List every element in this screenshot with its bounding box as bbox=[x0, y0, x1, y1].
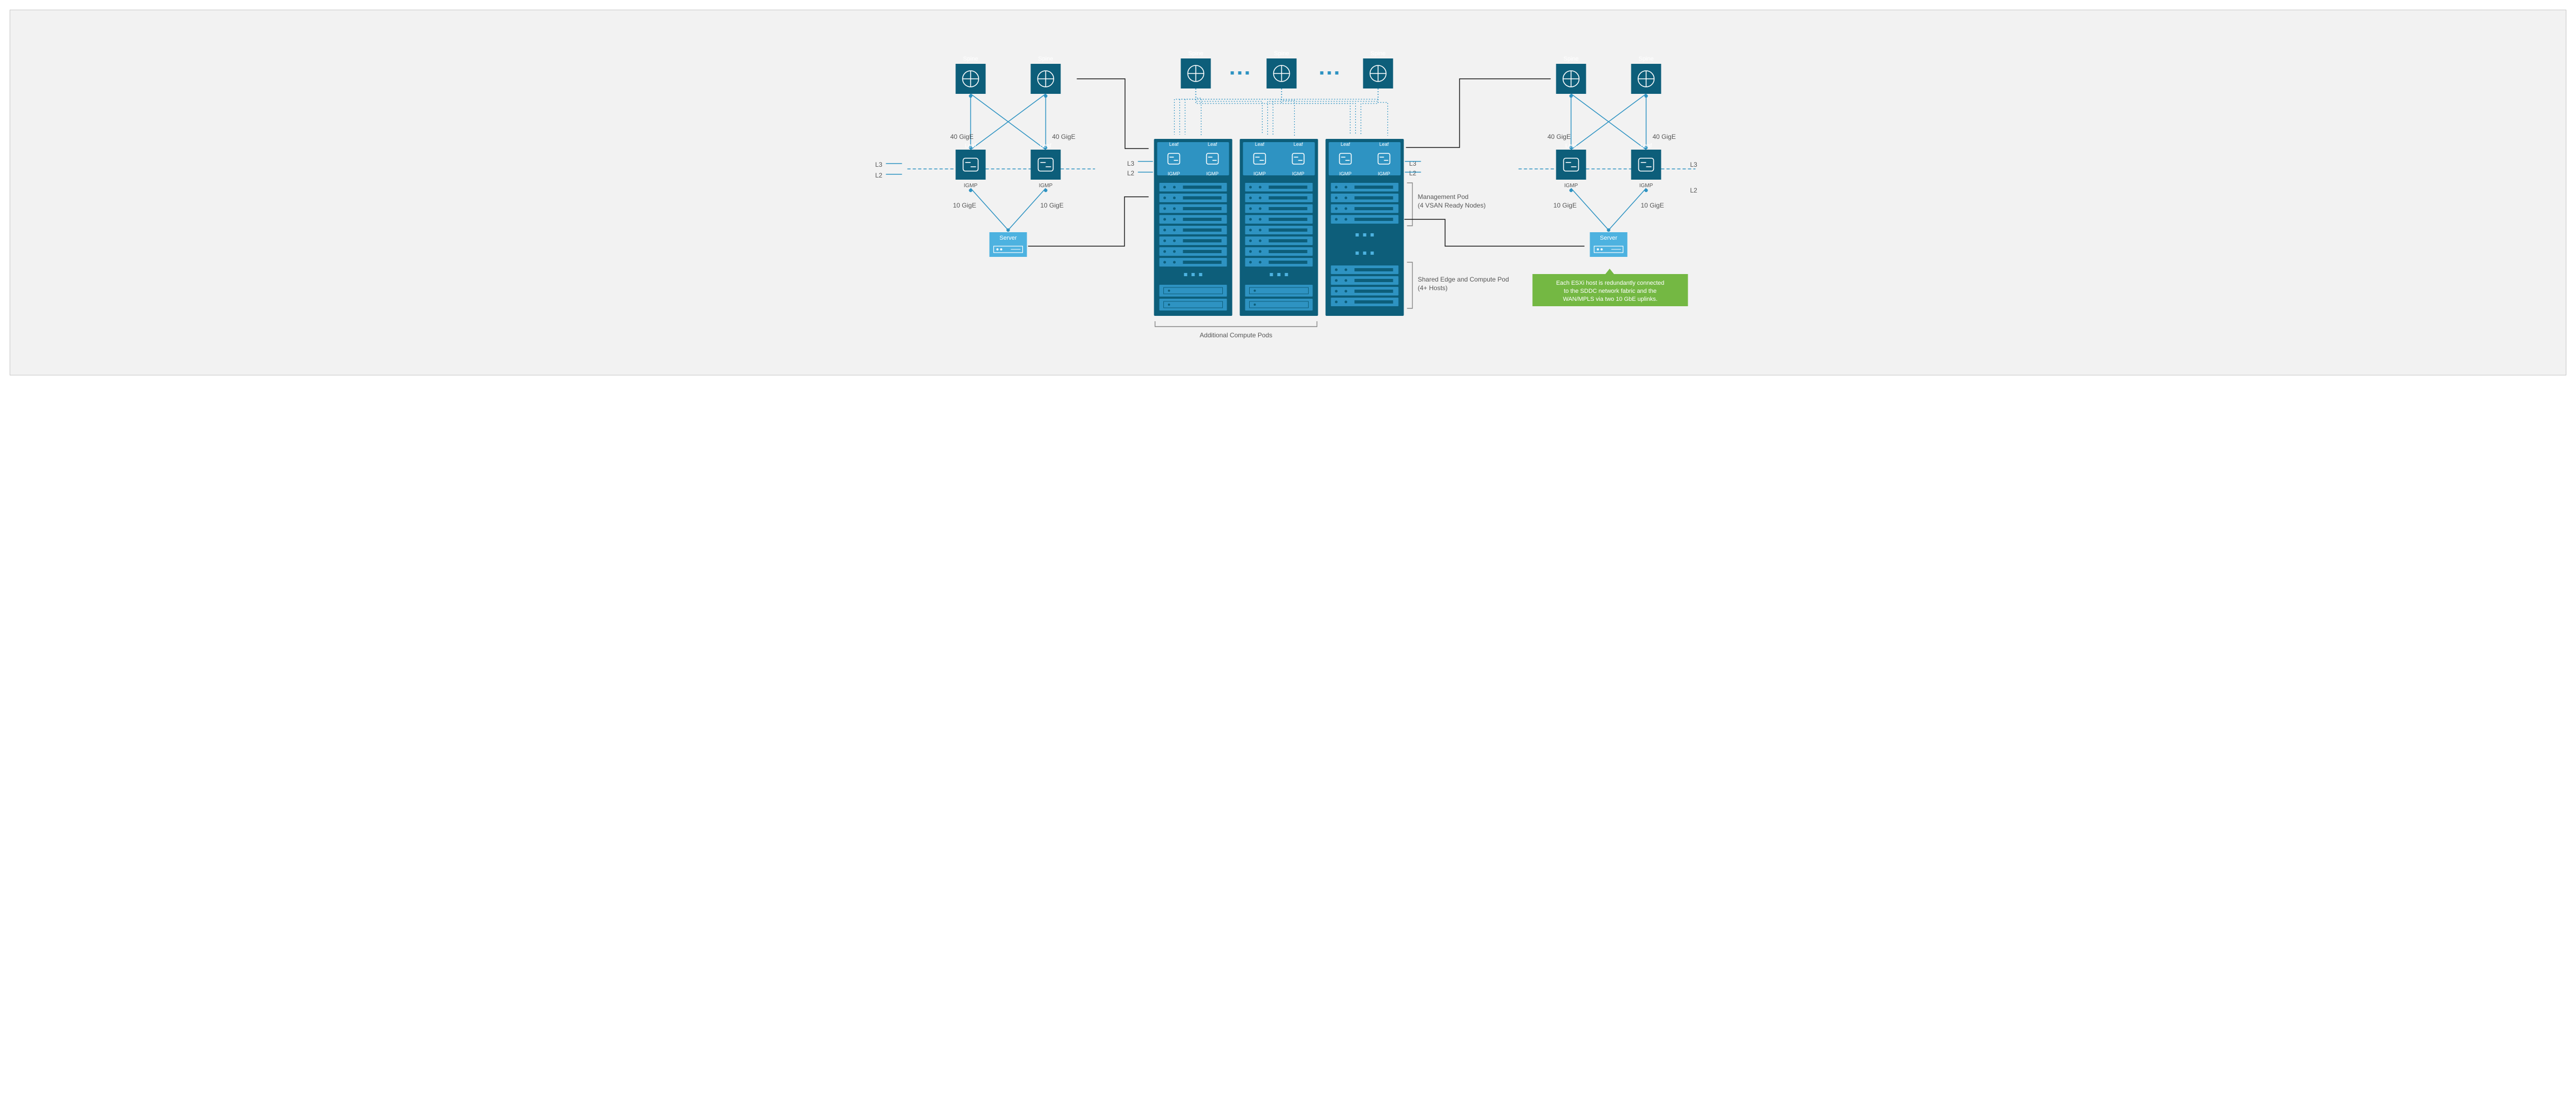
edge-pod-sublabel: (4+ Hosts) bbox=[1418, 284, 1448, 292]
igmp-label: IGMP bbox=[1039, 183, 1053, 189]
management-pod-label: Management Pod bbox=[1418, 193, 1469, 201]
additional-pods-label: Additional Compute Pods bbox=[1200, 331, 1272, 339]
leaf-label: Leaf bbox=[1208, 142, 1218, 147]
link-40g-label: 40 GigE bbox=[1052, 133, 1075, 141]
spine-switch-icon bbox=[1267, 58, 1297, 88]
spine-switch-icon bbox=[1363, 58, 1393, 88]
svg-text:Leaf: Leaf bbox=[1341, 142, 1350, 147]
tooltip-line: Each ESXi host is redundantly connected bbox=[1556, 280, 1665, 286]
server-label: Server bbox=[999, 235, 1017, 241]
svg-text:IGMP: IGMP bbox=[1378, 171, 1390, 176]
center-cluster: Spine Spine Spine Leaf IGMP Leaf IGMP bbox=[1127, 50, 1509, 339]
link-10g-label: 10 GigE bbox=[953, 202, 976, 209]
ellipsis-icon bbox=[1320, 71, 1339, 75]
l2-label: L2 bbox=[875, 172, 883, 179]
spine-label: Spine bbox=[1563, 56, 1578, 62]
svg-text:IGMP: IGMP bbox=[1292, 171, 1304, 176]
link-10g-label: 10 GigE bbox=[1641, 202, 1664, 209]
l2-label: L2 bbox=[1690, 187, 1698, 194]
rack: Leaf IGMP Leaf IGMP Leaf IGMP Leaf IGMP bbox=[1154, 139, 1404, 316]
leaf-label: Leaf bbox=[1640, 143, 1652, 149]
link-40g-label: 40 GigE bbox=[1548, 133, 1571, 141]
l3-label: L3 bbox=[1409, 160, 1417, 167]
link-10g-label: 10 GigE bbox=[1554, 202, 1577, 209]
right-cluster: Spine Spine 40 GigE 40 GigE Leaf IGMP Le… bbox=[1519, 56, 1698, 306]
tooltip-line: WAN/MPLS via two 10 GbE uplinks. bbox=[1563, 296, 1657, 302]
spine-switch-icon bbox=[956, 64, 986, 94]
ellipsis-icon bbox=[1184, 273, 1202, 276]
tooltip-callout: Each ESXi host is redundantly connected … bbox=[1533, 269, 1688, 306]
spine-label: Spine bbox=[1370, 50, 1385, 57]
svg-text:IGMP: IGMP bbox=[1253, 171, 1266, 176]
igmp-label: IGMP bbox=[1639, 183, 1653, 189]
igmp-label: IGMP bbox=[964, 183, 978, 189]
spine-switch-icon bbox=[1181, 58, 1211, 88]
leaf-label: Leaf bbox=[1040, 143, 1052, 149]
spine-label: Spine bbox=[963, 56, 978, 62]
leaf-switch-icon bbox=[1556, 150, 1586, 180]
spine-label: Spine bbox=[1274, 50, 1289, 57]
spine-switch-icon bbox=[1031, 64, 1061, 94]
left-cluster: Spine Spine 40 GigE 40 GigE Leaf IGMP Le… bbox=[875, 56, 1095, 257]
tooltip-line: to the SDDC network fabric and the bbox=[1564, 288, 1657, 294]
link-40g-label: 40 GigE bbox=[951, 133, 974, 141]
svg-text:IGMP: IGMP bbox=[1339, 171, 1352, 176]
ellipsis-icon bbox=[1356, 233, 1374, 236]
igmp-label: IGMP bbox=[1168, 171, 1180, 176]
spine-leaf-links bbox=[969, 94, 1047, 150]
leaf-label: Leaf bbox=[1565, 143, 1577, 149]
ellipsis-icon bbox=[1356, 252, 1374, 255]
l2-label: L2 bbox=[1127, 169, 1135, 177]
leaf-switch-icon bbox=[1631, 150, 1661, 180]
leaf-label: Leaf bbox=[1169, 142, 1179, 147]
spine-switch-icon bbox=[1556, 64, 1586, 94]
link-40g-label: 40 GigE bbox=[1653, 133, 1676, 141]
l3-label: L3 bbox=[1690, 161, 1698, 168]
leaf-switch-icon bbox=[1031, 150, 1061, 180]
igmp-label: IGMP bbox=[1206, 171, 1219, 176]
spine-label: Spine bbox=[1188, 50, 1203, 57]
svg-text:Leaf: Leaf bbox=[1255, 142, 1265, 147]
edge-pod-label: Shared Edge and Compute Pod bbox=[1418, 276, 1509, 283]
server-label: Server bbox=[1600, 235, 1617, 241]
l3-label: L3 bbox=[875, 161, 883, 168]
igmp-label: IGMP bbox=[1564, 183, 1578, 189]
svg-text:Leaf: Leaf bbox=[1294, 142, 1303, 147]
l2-label: L2 bbox=[1409, 169, 1417, 177]
svg-text:Leaf: Leaf bbox=[1379, 142, 1389, 147]
spine-label: Spine bbox=[1038, 56, 1053, 62]
leaf-label: Leaf bbox=[965, 143, 977, 149]
management-pod-sublabel: (4 VSAN Ready Nodes) bbox=[1418, 202, 1486, 209]
link-10g-label: 10 GigE bbox=[1041, 202, 1064, 209]
ellipsis-icon bbox=[1270, 273, 1288, 276]
ellipsis-icon bbox=[1231, 71, 1249, 75]
spine-label: Spine bbox=[1638, 56, 1653, 62]
spine-switch-icon bbox=[1631, 64, 1661, 94]
spine-rack-mesh bbox=[1175, 88, 1388, 136]
l3-label: L3 bbox=[1127, 160, 1135, 167]
leaf-switch-icon bbox=[956, 150, 986, 180]
